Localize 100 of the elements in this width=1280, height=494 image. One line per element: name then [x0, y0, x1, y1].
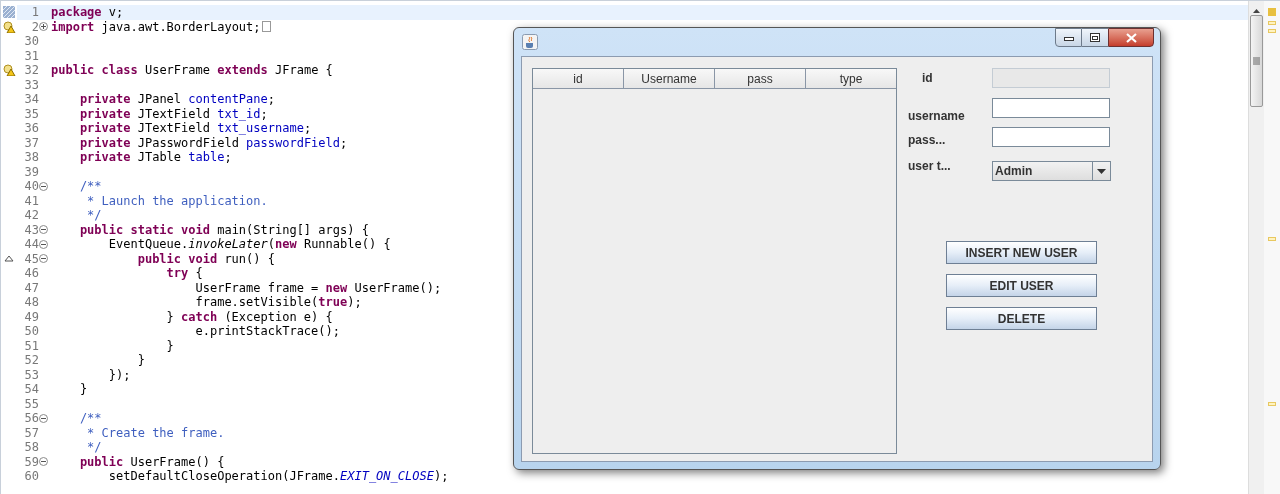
line-number: 52: [23, 354, 39, 367]
line-number: 42: [23, 209, 39, 222]
folded-code-marker[interactable]: [261, 21, 271, 33]
action-button[interactable]: DELETE: [946, 307, 1097, 330]
minimize-icon: [1063, 34, 1074, 41]
line-number: 46: [23, 267, 39, 280]
code-line: } catch (Exception e) {: [165, 310, 333, 323]
collapse-icon[interactable]: [39, 225, 48, 235]
field-label: id: [921, 70, 934, 87]
line-number: 49: [23, 310, 39, 323]
line-number: 37: [23, 136, 39, 149]
line-number: 55: [23, 397, 39, 410]
code-line: * Create the frame.: [86, 426, 225, 439]
line-number: 59: [23, 455, 39, 468]
column-header[interactable]: Username: [624, 69, 715, 88]
collapse-icon[interactable]: [39, 254, 48, 264]
code-line: private JPasswordField passwordField;: [78, 136, 348, 149]
code-line: public static void main(String[] args) {: [78, 223, 369, 236]
line-number: 40: [23, 180, 39, 193]
minimize-button[interactable]: [1055, 28, 1082, 47]
code-line: }: [78, 383, 88, 396]
warning-summary-icon: [1268, 8, 1276, 16]
code-line: public UserFrame() {: [78, 455, 225, 468]
line-number: 56: [23, 412, 39, 425]
close-icon: [1125, 32, 1137, 43]
code-line: /**: [78, 412, 102, 425]
line-number: 39: [23, 165, 39, 178]
line-number: 47: [23, 281, 39, 294]
code-line: private JTable table;: [78, 151, 232, 164]
line-number: 30: [23, 35, 39, 48]
code-line: private JPanel contentPane;: [78, 93, 275, 106]
line-number: 34: [23, 93, 39, 106]
maximize-button[interactable]: [1082, 28, 1108, 47]
scroll-up-icon[interactable]: [1253, 9, 1260, 13]
code-line: private JTextField txt_username;: [78, 122, 312, 135]
code-line: e.printStackTrace();: [194, 325, 340, 338]
collapse-icon[interactable]: [39, 413, 48, 423]
line-number: 50: [23, 325, 39, 338]
expand-icon[interactable]: [39, 22, 48, 32]
code-line: frame.setVisible(true);: [194, 296, 362, 309]
text-field[interactable]: [992, 98, 1110, 118]
code-line: /**: [78, 180, 102, 193]
line-number: 53: [23, 368, 39, 381]
warning-marker: [1268, 29, 1276, 33]
line-number: 41: [23, 194, 39, 207]
line-number: 57: [23, 426, 39, 439]
code-line: setDefaultCloseOperation(JFrame.EXIT_ON_CLOSE);: [107, 470, 449, 483]
line-number: 44: [23, 238, 39, 251]
line-number: 32: [23, 64, 39, 77]
text-field[interactable]: [992, 127, 1110, 147]
line-number: 43: [23, 223, 39, 236]
action-button[interactable]: INSERT NEW USER: [946, 241, 1097, 264]
line-number: 2: [30, 20, 39, 33]
line-number: 1: [30, 6, 39, 19]
line-number: 38: [23, 151, 39, 164]
line-number: 60: [23, 470, 39, 483]
line-number: 54: [23, 383, 39, 396]
close-button[interactable]: [1108, 28, 1154, 47]
line-number: 31: [23, 49, 39, 62]
vertical-scrollbar[interactable]: [1248, 1, 1264, 494]
code-line: });: [107, 368, 131, 381]
code-line: }: [165, 339, 174, 352]
code-line: * Launch the application.: [86, 194, 268, 207]
java-cup-icon: [522, 34, 538, 50]
code-line: public void run() {: [136, 252, 275, 265]
warning-marker: [1268, 21, 1276, 25]
line-number: 51: [23, 339, 39, 352]
warning-marker: [1268, 237, 1276, 241]
column-header[interactable]: type: [806, 69, 896, 88]
field-label: username: [908, 108, 966, 125]
scrollbar-thumb[interactable]: [1250, 15, 1263, 107]
code-line: */: [86, 209, 102, 222]
line-number: 45: [23, 252, 39, 265]
column-header[interactable]: pass: [715, 69, 806, 88]
column-header[interactable]: id: [533, 69, 624, 88]
line-number: 35: [23, 107, 39, 120]
maximize-icon: [1090, 33, 1100, 42]
field-label: pass...: [908, 132, 947, 149]
line-number: 58: [23, 441, 39, 454]
code-line: try {: [165, 267, 203, 280]
collapse-icon[interactable]: [39, 239, 48, 249]
code-line: private JTextField txt_id;: [78, 107, 268, 120]
line-number: 36: [23, 122, 39, 135]
field-label: user t...: [908, 158, 952, 175]
code-line: public class UserFrame extends JFrame {: [51, 64, 333, 77]
code-line: */: [86, 441, 102, 454]
line-number: 33: [23, 78, 39, 91]
user-type-dropdown[interactable]: Admin: [992, 161, 1111, 181]
action-button[interactable]: EDIT USER: [946, 274, 1097, 297]
warning-marker: [1268, 402, 1276, 406]
code-line: UserFrame frame = new UserFrame();: [194, 281, 442, 294]
hatched-marker-icon: [3, 6, 15, 19]
code-line: package v;: [51, 6, 124, 19]
collapse-icon[interactable]: [39, 181, 48, 191]
dropdown-arrow-icon: [1097, 168, 1106, 174]
code-line: }: [136, 354, 145, 367]
line-number: 48: [23, 296, 39, 309]
collapse-icon[interactable]: [39, 457, 48, 467]
code-line: import java.awt.BorderLayout;: [51, 20, 261, 33]
grip-icon: [1253, 57, 1260, 65]
